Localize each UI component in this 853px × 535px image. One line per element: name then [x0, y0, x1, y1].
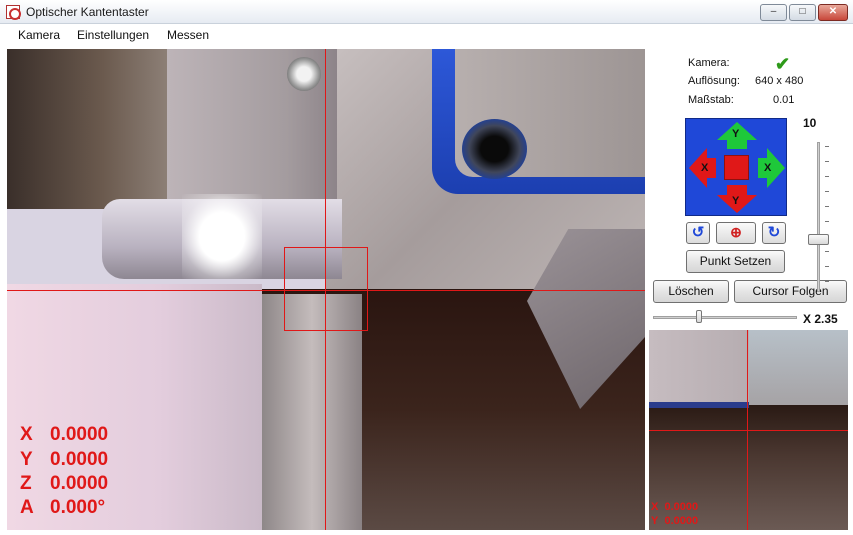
- zoom-slider-thumb[interactable]: [696, 310, 703, 323]
- zoom-crosshair-vertical: [747, 330, 748, 530]
- menu-messen[interactable]: Messen: [167, 28, 209, 42]
- coord-y-value: 0.0000: [50, 449, 109, 470]
- direction-pad: Y Y X X: [685, 118, 787, 216]
- vertical-slider-value: 10: [803, 116, 817, 130]
- zoom-slider-track[interactable]: [653, 316, 797, 319]
- aufloesung-value: 640 x 480: [755, 75, 804, 87]
- menu-kamera[interactable]: Kamera: [18, 28, 60, 42]
- check-icon: ✔: [775, 54, 791, 74]
- coord-z-value: 0.0000: [50, 473, 109, 494]
- zoom-factor-label: X 2.35: [803, 312, 838, 326]
- massstab-value: 0.01: [773, 94, 795, 106]
- app-icon: [6, 5, 21, 20]
- coord-x-value: 0.0000: [50, 424, 109, 445]
- zoom-coord-y-value: 0.0000: [664, 515, 699, 527]
- center-stop-button[interactable]: [724, 155, 749, 180]
- coord-a-value: 0.000°: [50, 497, 106, 518]
- loeschen-button[interactable]: Löschen: [653, 280, 729, 303]
- punkt-setzen-button[interactable]: Punkt Setzen: [686, 250, 785, 273]
- dpad-left-label: X: [701, 162, 709, 174]
- coord-y: Y 0.0000: [20, 449, 109, 470]
- title-bar: Optischer Kantentaster – □ ✕: [0, 0, 853, 24]
- vertical-slider-track[interactable]: [817, 142, 820, 292]
- close-button[interactable]: ✕: [818, 4, 848, 21]
- rotate-right-icon: ↻: [767, 224, 781, 241]
- dpad-down-label: Y: [732, 195, 740, 207]
- dpad-right-label: X: [764, 162, 772, 174]
- zoom-coord-y: Y 0.0000: [651, 515, 699, 527]
- rotate-left-button[interactable]: ↺: [686, 222, 710, 244]
- vertical-slider-thumb[interactable]: [808, 233, 829, 245]
- coord-a: A 0.000°: [20, 497, 106, 518]
- dpad-up-label: Y: [732, 128, 740, 140]
- massstab-label: Maßstab:: [688, 94, 734, 106]
- menu-einstellungen[interactable]: Einstellungen: [77, 28, 149, 42]
- crosshair-target-icon: ⊕: [730, 224, 742, 240]
- zoom-crosshair-horizontal: [649, 430, 848, 431]
- window-title: Optischer Kantentaster: [26, 5, 149, 19]
- coord-x: X 0.0000: [20, 424, 109, 445]
- minimize-button[interactable]: –: [760, 4, 787, 21]
- kamera-label: Kamera:: [688, 57, 730, 69]
- center-target-button[interactable]: ⊕: [716, 222, 756, 244]
- zoom-preview: X 0.0000 Y 0.0000: [649, 330, 848, 530]
- zoom-coord-x-value: 0.0000: [664, 501, 699, 513]
- maximize-button[interactable]: □: [789, 4, 816, 21]
- rotate-left-icon: ↺: [691, 224, 705, 241]
- camera-view[interactable]: X 0.0000 Y 0.0000 Z 0.0000 A 0.000°: [7, 49, 645, 530]
- aufloesung-label: Auflösung:: [688, 75, 740, 87]
- region-of-interest-box[interactable]: [284, 247, 368, 331]
- coord-z: Z 0.0000: [20, 473, 109, 494]
- cursor-folgen-button[interactable]: Cursor Folgen: [734, 280, 847, 303]
- zoom-coord-x: X 0.0000: [651, 501, 699, 513]
- menu-bar: Kamera Einstellungen Messen: [0, 24, 853, 46]
- rotate-right-button[interactable]: ↻: [762, 222, 786, 244]
